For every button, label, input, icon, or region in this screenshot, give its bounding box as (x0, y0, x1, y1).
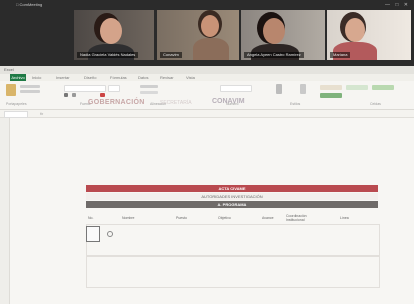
ribbon-group-label: Celdas (370, 102, 381, 106)
window-controls[interactable]: — □ ✕ (385, 2, 410, 8)
cell-style-accent[interactable] (320, 93, 342, 98)
copy-icon[interactable] (20, 90, 40, 93)
fx-label: fx (40, 111, 44, 116)
participant-avatar (345, 18, 365, 42)
participant-name: Conavim (160, 52, 182, 58)
tab-insert[interactable]: Insertar (56, 75, 70, 80)
tab-design[interactable]: Diseño (84, 75, 96, 80)
wrap-text-icon[interactable] (140, 91, 158, 94)
call-window-title: □ ComMeeting (16, 2, 43, 7)
participant-name: Mariana (330, 52, 351, 58)
ribbon-group-label: Portapapeles (6, 102, 27, 106)
cell-marker-icon (107, 231, 113, 237)
form-subtitle-band: AUTORIDADES INVESTIGACIÓN (86, 193, 378, 200)
participant-tile-1[interactable]: Nadia Graciela Valdés Nadales (74, 10, 154, 60)
cell-style-good[interactable] (346, 85, 368, 90)
column-header: Línea (340, 216, 349, 220)
column-header: Puesto (176, 216, 187, 220)
participant-tile-3[interactable]: Angela Ayeen Castro Ramírez (241, 10, 325, 60)
participant-name: Angela Ayeen Castro Ramírez (244, 52, 304, 58)
conditional-format-icon[interactable] (276, 84, 282, 94)
align-icon[interactable] (140, 85, 158, 88)
tab-view[interactable]: Vista (186, 75, 195, 80)
app-title: Excel (4, 67, 14, 72)
form-grid-row[interactable] (86, 256, 380, 288)
form-title-band: ACTA CIVAME (86, 185, 378, 192)
gobernacion-subtitle: SECRETARÍA (160, 100, 192, 106)
font-color-icon[interactable] (100, 93, 105, 97)
excel-titlebar: Excel (0, 66, 414, 74)
participant-avatar (201, 15, 219, 37)
paste-icon[interactable] (6, 84, 16, 96)
participant-avatar (100, 18, 122, 44)
name-box[interactable] (4, 111, 28, 118)
participant-name: Nadia Graciela Valdés Nadales (77, 52, 139, 58)
column-header: Objetivo (218, 216, 231, 220)
conavim-logo: CONAVIM (212, 98, 245, 105)
cell-style-normal[interactable] (320, 85, 342, 90)
italic-icon[interactable] (72, 93, 76, 97)
tab-data[interactable]: Datos (138, 75, 148, 80)
ribbon-tabs: Archivo Inicio Insertar Diseño Fórmulas … (0, 74, 414, 81)
font-name-select[interactable] (64, 85, 106, 92)
ribbon: Portapapeles Fuente Alineación Número Es… (0, 81, 414, 110)
checkbox[interactable] (86, 226, 100, 242)
column-header: Coordinación Institucional (286, 214, 307, 222)
participant-avatar (263, 18, 285, 44)
video-call-bar: □ ComMeeting — □ ✕ Nadia Graciela Valdés… (0, 0, 414, 66)
ribbon-group-label: Estilos (290, 102, 301, 106)
column-header: Avance (262, 216, 274, 220)
form-section-band: A. PROGRAMA (86, 201, 378, 208)
form-grid-row[interactable] (86, 224, 380, 256)
row-headers (0, 118, 10, 304)
font-size-select[interactable] (108, 85, 120, 92)
tab-review[interactable]: Revisar (160, 75, 174, 80)
tab-file[interactable]: Archivo (10, 74, 26, 81)
tab-home[interactable]: Inicio (32, 75, 41, 80)
gobernacion-logo: GOBERNACIÓN (88, 99, 145, 106)
cut-icon[interactable] (20, 85, 40, 88)
format-table-icon[interactable] (300, 84, 306, 94)
participant-tile-4[interactable]: Mariana (327, 10, 411, 60)
column-header: No. (88, 216, 94, 220)
column-header: Nombre (122, 216, 135, 220)
number-format-select[interactable] (220, 85, 252, 92)
participant-tile-2[interactable]: Conavim (157, 10, 239, 60)
formula-bar: fx (0, 110, 414, 118)
cell-style-neutral[interactable] (372, 85, 394, 90)
tab-formulas[interactable]: Fórmulas (110, 75, 127, 80)
bold-icon[interactable] (64, 93, 68, 97)
participant-body (193, 38, 229, 60)
